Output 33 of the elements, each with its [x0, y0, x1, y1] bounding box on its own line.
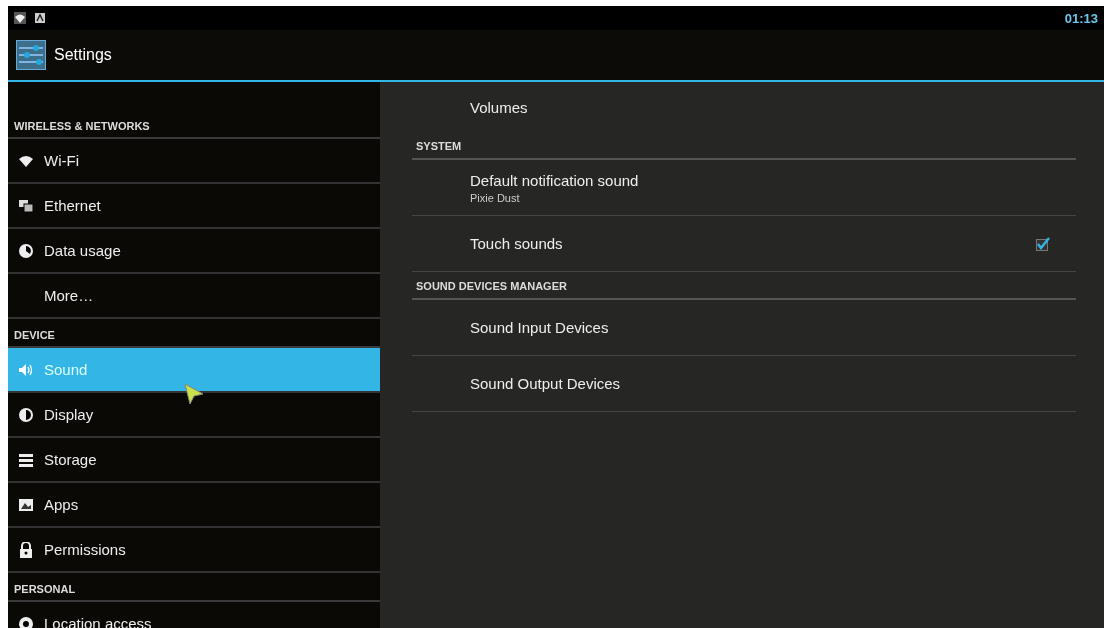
row-title: Sound Output Devices — [470, 375, 622, 392]
row-title: Default notification sound — [470, 171, 640, 189]
computers-icon — [18, 197, 34, 214]
row-title: Sound Input Devices — [470, 319, 610, 336]
clock-time: 01:13 — [1064, 10, 1098, 26]
row-summary: Pixie Dust — [470, 191, 521, 204]
section-header: SYSTEM — [412, 132, 1076, 160]
section-header: SOUND DEVICES MANAGER — [412, 272, 1076, 300]
padlock-icon — [18, 541, 34, 558]
settings-row[interactable]: Sound Input Devices — [412, 300, 1076, 356]
sliders-icon — [16, 40, 46, 70]
sidebar-item[interactable]: Data usage — [8, 229, 380, 274]
checkbox[interactable] — [1036, 236, 1050, 251]
settings-row[interactable]: Default notification sound Pixie Dust — [412, 160, 1076, 216]
wifi-icon — [14, 12, 26, 24]
sidebar-item[interactable]: Apps — [8, 483, 380, 528]
section-header: PERSONAL — [8, 573, 380, 602]
sidebar-item[interactable]: Permissions — [8, 528, 380, 573]
pie-chart-icon — [18, 242, 34, 259]
sidebar-item[interactable]: Storage — [8, 438, 380, 483]
app-title: Settings — [54, 46, 112, 64]
settings-row[interactable]: Volumes — [412, 82, 1076, 132]
keyboard-icon — [34, 12, 46, 24]
settings-row[interactable]: Sound Output Devices — [412, 356, 1076, 412]
row-title: Volumes — [470, 98, 529, 116]
settings-row[interactable]: Touch sounds — [412, 216, 1076, 272]
mouse-pointer-icon — [183, 382, 205, 406]
list-icon — [18, 451, 34, 468]
sidebar-item[interactable]: Ethernet — [8, 184, 380, 229]
picture-icon — [18, 496, 34, 513]
brightness-icon — [18, 406, 34, 423]
row-title: Touch sounds — [470, 235, 564, 252]
section-header: WIRELESS & NETWORKS — [8, 110, 380, 139]
